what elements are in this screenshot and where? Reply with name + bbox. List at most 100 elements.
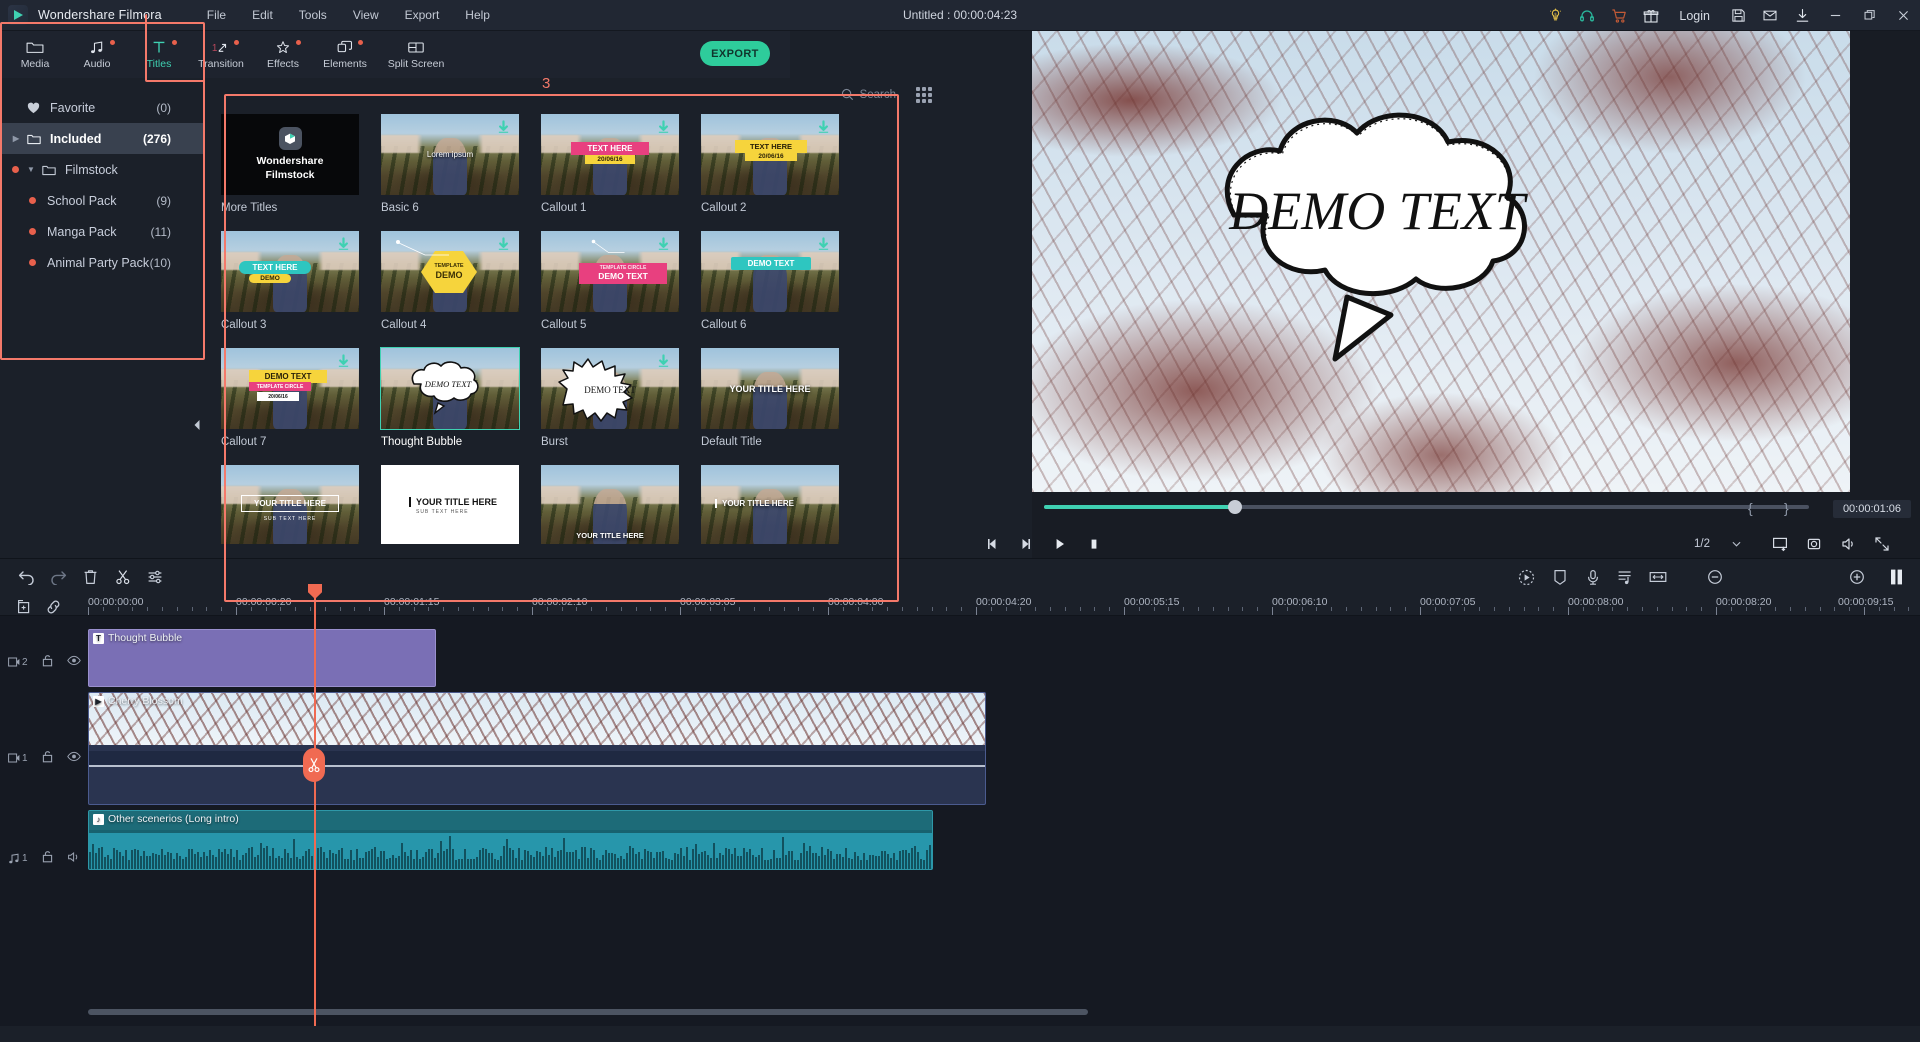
export-button[interactable]: EXPORT bbox=[700, 41, 770, 66]
template-item[interactable]: YOUR TITLE HERE SUB TEXT HERE bbox=[381, 465, 541, 544]
track-header-v2[interactable]: 2 bbox=[0, 616, 88, 708]
template-item[interactable]: TEMPLATE DEMO Callout 4 bbox=[381, 231, 541, 348]
eye-icon[interactable] bbox=[66, 655, 81, 669]
eye-icon[interactable] bbox=[66, 751, 81, 765]
minimize-button[interactable] bbox=[1818, 0, 1852, 31]
tab-split-screen[interactable]: Split Screen bbox=[376, 31, 456, 78]
login-button[interactable]: Login bbox=[1667, 9, 1722, 23]
headset-icon[interactable] bbox=[1571, 0, 1603, 31]
template-item[interactable]: YOUR TITLE HERE SUB TEXT HERE bbox=[221, 465, 381, 544]
template-item[interactable]: Lorem ipsum Basic 6 bbox=[381, 114, 541, 231]
playhead[interactable] bbox=[308, 584, 322, 1026]
undo-icon[interactable] bbox=[14, 565, 40, 589]
chevron-down-icon[interactable]: ▼ bbox=[23, 165, 39, 174]
template-thumbnail[interactable]: Lorem ipsum bbox=[381, 114, 519, 195]
split-marker[interactable] bbox=[303, 748, 325, 782]
template-item[interactable]: YOUR TITLE HERE bbox=[701, 465, 861, 544]
seek-bar[interactable] bbox=[1044, 500, 1809, 514]
search-input[interactable]: Search bbox=[841, 88, 896, 101]
template-item[interactable]: Wondershare Filmstock More Titles bbox=[221, 114, 381, 231]
template-item[interactable]: YOUR TITLE HERE Default Title bbox=[701, 348, 861, 465]
seek-handle[interactable] bbox=[1228, 500, 1242, 514]
sidebar-item-filmstock[interactable]: ▼ Filmstock bbox=[0, 154, 205, 185]
template-item[interactable]: DEMO TEXT TEMPLATE CIRCLE 20/06/16 Callo… bbox=[221, 348, 381, 465]
menu-view[interactable]: View bbox=[340, 4, 392, 26]
maximize-button[interactable] bbox=[1852, 0, 1886, 31]
lock-icon[interactable] bbox=[42, 654, 53, 670]
redo-icon[interactable] bbox=[45, 565, 71, 589]
timeline-clip-video[interactable]: ▶ Cherry Blossom bbox=[88, 692, 986, 805]
mail-icon[interactable] bbox=[1754, 0, 1786, 31]
template-thumbnail[interactable]: DEMO TEXT bbox=[541, 348, 679, 429]
color-match-icon[interactable] bbox=[1513, 565, 1539, 589]
next-frame-button[interactable] bbox=[1009, 529, 1043, 559]
template-thumbnail[interactable]: TEMPLATE CIRCLE DEMO TEXT bbox=[541, 231, 679, 312]
download-icon[interactable] bbox=[657, 237, 670, 253]
template-item[interactable]: YOUR TITLE HERE bbox=[541, 465, 701, 544]
preview-video[interactable]: DEMO TEXT bbox=[1032, 31, 1850, 492]
sidebar-item-school-pack[interactable]: School Pack (9) bbox=[0, 185, 205, 216]
chevron-right-icon[interactable]: ▶ bbox=[8, 134, 24, 143]
menu-help[interactable]: Help bbox=[452, 4, 503, 26]
marker-icon[interactable] bbox=[1547, 565, 1573, 589]
grid-view-button[interactable] bbox=[916, 87, 932, 103]
template-item[interactable]: TEXT HERE 20/06/16 Callout 1 bbox=[541, 114, 701, 231]
download-icon[interactable] bbox=[337, 354, 350, 370]
fullscreen-icon[interactable] bbox=[1865, 529, 1899, 559]
template-item[interactable]: DEMO TEXT Burst bbox=[541, 348, 701, 465]
play-button[interactable] bbox=[1043, 529, 1077, 559]
tab-media[interactable]: Media bbox=[4, 31, 66, 78]
fit-timeline-icon[interactable] bbox=[1645, 565, 1671, 589]
tab-transition[interactable]: 1 Transition bbox=[190, 31, 252, 78]
quality-select[interactable]: 1/2 bbox=[1690, 538, 1745, 550]
template-thumbnail[interactable]: TEMPLATE DEMO bbox=[381, 231, 519, 312]
menu-tools[interactable]: Tools bbox=[286, 4, 340, 26]
tab-audio[interactable]: Audio bbox=[66, 31, 128, 78]
zoom-in-icon[interactable] bbox=[1844, 565, 1870, 589]
cart-icon[interactable] bbox=[1603, 0, 1635, 31]
gift-icon[interactable] bbox=[1635, 0, 1667, 31]
template-thumbnail[interactable]: TEXT HERE 20/06/16 bbox=[541, 114, 679, 195]
template-thumbnail[interactable]: DEMO TEXT bbox=[380, 347, 520, 430]
lightbulb-icon[interactable]: $ bbox=[1539, 0, 1571, 31]
template-item-thought-bubble[interactable]: DEMO TEXT Thought Bubble bbox=[380, 347, 541, 465]
template-thumbnail[interactable]: YOUR TITLE HERE bbox=[701, 348, 839, 429]
mute-icon[interactable] bbox=[67, 851, 81, 866]
template-item[interactable]: TEMPLATE CIRCLE DEMO TEXT Callout 5 bbox=[541, 231, 701, 348]
template-thumbnail[interactable]: Wondershare Filmstock bbox=[221, 114, 359, 195]
sidebar-item-favorite[interactable]: Favorite (0) bbox=[0, 92, 205, 123]
timeline-clip-audio[interactable]: ♪ Other scenerios (Long intro) bbox=[88, 810, 933, 870]
save-icon[interactable] bbox=[1722, 0, 1754, 31]
template-item[interactable]: DEMO TEXT Callout 6 bbox=[701, 231, 861, 348]
track-header-a1[interactable]: 1 bbox=[0, 808, 88, 908]
audio-mixer-icon[interactable] bbox=[1612, 565, 1638, 589]
tab-elements[interactable]: Elements bbox=[314, 31, 376, 78]
sidebar-item-manga-pack[interactable]: Manga Pack (11) bbox=[0, 216, 205, 247]
timeline-ruler[interactable]: 00:00:00:00 00:00:00:20 00:00:01:15 00:0… bbox=[0, 594, 1920, 616]
download-icon[interactable] bbox=[657, 354, 670, 370]
menu-edit[interactable]: Edit bbox=[239, 4, 286, 26]
template-thumbnail[interactable]: YOUR TITLE HERE bbox=[541, 465, 679, 544]
sidebar-item-included[interactable]: ▶ Included (276) bbox=[0, 123, 205, 154]
lock-icon[interactable] bbox=[42, 750, 53, 766]
adjust-sliders-icon[interactable] bbox=[142, 565, 168, 589]
split-scissors-icon[interactable] bbox=[110, 565, 136, 589]
snapshot-to-project-icon[interactable] bbox=[1763, 529, 1797, 559]
sidebar-item-animal-party-pack[interactable]: Animal Party Pack (10) bbox=[0, 247, 205, 278]
download-icon[interactable] bbox=[657, 120, 670, 136]
download-icon[interactable] bbox=[817, 120, 830, 136]
template-item[interactable]: TEXT HERE DEMO Callout 3 bbox=[221, 231, 381, 348]
zoom-out-icon[interactable] bbox=[1702, 565, 1728, 589]
download-icon[interactable] bbox=[1786, 0, 1818, 31]
previous-frame-button[interactable] bbox=[975, 529, 1009, 559]
download-icon[interactable] bbox=[817, 237, 830, 253]
download-icon[interactable] bbox=[497, 120, 510, 136]
download-icon[interactable] bbox=[337, 237, 350, 253]
close-button[interactable] bbox=[1886, 0, 1920, 31]
render-preview-icon[interactable] bbox=[1884, 565, 1910, 589]
track-header-v1[interactable]: 1 bbox=[0, 708, 88, 808]
template-thumbnail[interactable]: TEXT HERE 20/06/16 bbox=[701, 114, 839, 195]
timeline-clip-title[interactable]: T Thought Bubble bbox=[88, 629, 436, 687]
template-thumbnail[interactable]: YOUR TITLE HERE SUB TEXT HERE bbox=[381, 465, 519, 544]
mark-out-button[interactable]: } bbox=[1784, 500, 1789, 516]
